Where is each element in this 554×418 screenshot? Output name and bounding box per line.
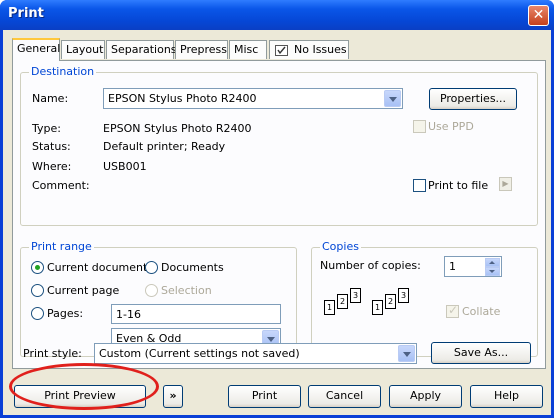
help-button[interactable]: Help xyxy=(470,385,543,408)
where-label: Where: xyxy=(32,160,72,173)
copies-group-label: Copies xyxy=(320,240,361,253)
page-icon: 1 xyxy=(372,300,383,315)
printer-name-select[interactable]: EPSON Stylus Photo R2400 xyxy=(103,88,403,109)
print-to-file-checkbox[interactable] xyxy=(413,179,426,192)
page-icon: 3 xyxy=(398,288,409,303)
checklist-icon xyxy=(275,45,288,56)
current-page-radio[interactable] xyxy=(31,284,44,297)
spin-up-icon[interactable] xyxy=(485,258,500,267)
destination-group-label: Destination xyxy=(29,65,97,78)
collate-label: Collate xyxy=(462,305,501,318)
print-dialog: Print ✕ General Layout Separations Prepr… xyxy=(0,0,554,418)
selection-label: Selection xyxy=(161,284,212,297)
print-range-group: Print range Current document Documents C… xyxy=(20,240,297,357)
page-icon: 2 xyxy=(385,294,396,309)
where-value: USB001 xyxy=(103,160,147,173)
current-document-label: Current document xyxy=(47,261,148,274)
selection-radio[interactable] xyxy=(145,284,158,297)
print-style-select[interactable]: Custom (Current settings not saved) xyxy=(94,343,417,364)
status-label: Status: xyxy=(32,140,71,153)
print-to-file-browse-arrow-icon[interactable]: ▶ xyxy=(499,177,512,191)
use-ppd-checkbox[interactable] xyxy=(413,120,426,133)
page-icon: 2 xyxy=(337,294,348,309)
print-to-file-label: Print to file xyxy=(428,179,489,192)
pages-radio[interactable] xyxy=(31,307,44,320)
apply-button[interactable]: Apply xyxy=(389,385,462,408)
number-of-copies-value: 1 xyxy=(449,260,456,273)
number-of-copies-label: Number of copies: xyxy=(320,259,421,272)
copies-group: Copies Number of copies: 1 3 2 1 3 2 1 ✓… xyxy=(311,240,538,357)
use-ppd-label: Use PPD xyxy=(428,120,474,133)
tab-no-issues-label: No Issues xyxy=(294,43,347,56)
page-icon: 3 xyxy=(350,288,361,303)
close-button[interactable]: ✕ xyxy=(528,5,549,26)
pages-input[interactable]: 1-16 xyxy=(111,304,281,324)
type-value: EPSON Stylus Photo R2400 xyxy=(103,122,252,135)
pages-label: Pages: xyxy=(47,307,84,320)
collated-pages-icon: 3 2 1 xyxy=(372,288,422,328)
current-page-label: Current page xyxy=(47,284,120,297)
status-value: Default printer; Ready xyxy=(103,140,226,153)
tab-no-issues[interactable]: No Issues xyxy=(269,40,349,59)
current-document-radio[interactable] xyxy=(31,261,44,274)
collated-pages-icon: 3 2 1 xyxy=(324,288,374,328)
comment-label: Comment: xyxy=(32,179,90,192)
print-style-label: Print style: xyxy=(23,347,82,360)
spin-down-icon[interactable] xyxy=(485,267,500,276)
page-icon: 1 xyxy=(324,300,335,315)
printer-name-value: EPSON Stylus Photo R2400 xyxy=(108,92,257,105)
print-button[interactable]: Print xyxy=(228,385,301,408)
print-range-group-label: Print range xyxy=(29,240,94,253)
pages-input-value: 1-16 xyxy=(116,308,141,321)
window-title: Print xyxy=(8,6,44,21)
print-style-value: Custom (Current settings not saved) xyxy=(99,347,300,360)
properties-button[interactable]: Properties... xyxy=(429,88,517,110)
number-of-copies-spinner[interactable]: 1 xyxy=(444,256,502,277)
type-label: Type: xyxy=(32,122,61,135)
title-bar[interactable]: Print ✕ xyxy=(0,0,554,30)
save-as-button[interactable]: Save As... xyxy=(431,342,531,364)
tab-misc[interactable]: Misc xyxy=(229,40,267,59)
tab-layout[interactable]: Layout xyxy=(61,40,105,59)
documents-radio[interactable] xyxy=(145,261,158,274)
collate-checkbox[interactable] xyxy=(446,303,459,318)
tab-prepress[interactable]: Prepress xyxy=(175,40,228,59)
destination-group: Destination Name: EPSON Stylus Photo R24… xyxy=(20,65,538,226)
print-preview-button[interactable]: Print Preview xyxy=(14,385,146,408)
documents-label: Documents xyxy=(161,261,224,274)
general-tab-panel: Destination Name: EPSON Stylus Photo R24… xyxy=(12,60,546,369)
chevron-down-icon[interactable] xyxy=(384,90,401,107)
chevron-down-icon[interactable] xyxy=(398,345,415,362)
dialog-body: General Layout Separations Prepress Misc… xyxy=(3,30,551,415)
tab-general[interactable]: General xyxy=(12,38,60,61)
name-label: Name: xyxy=(32,92,69,105)
more-options-chevron-icon[interactable]: » xyxy=(163,385,183,408)
tab-separations[interactable]: Separations xyxy=(106,40,177,59)
cancel-button[interactable]: Cancel xyxy=(308,385,381,408)
